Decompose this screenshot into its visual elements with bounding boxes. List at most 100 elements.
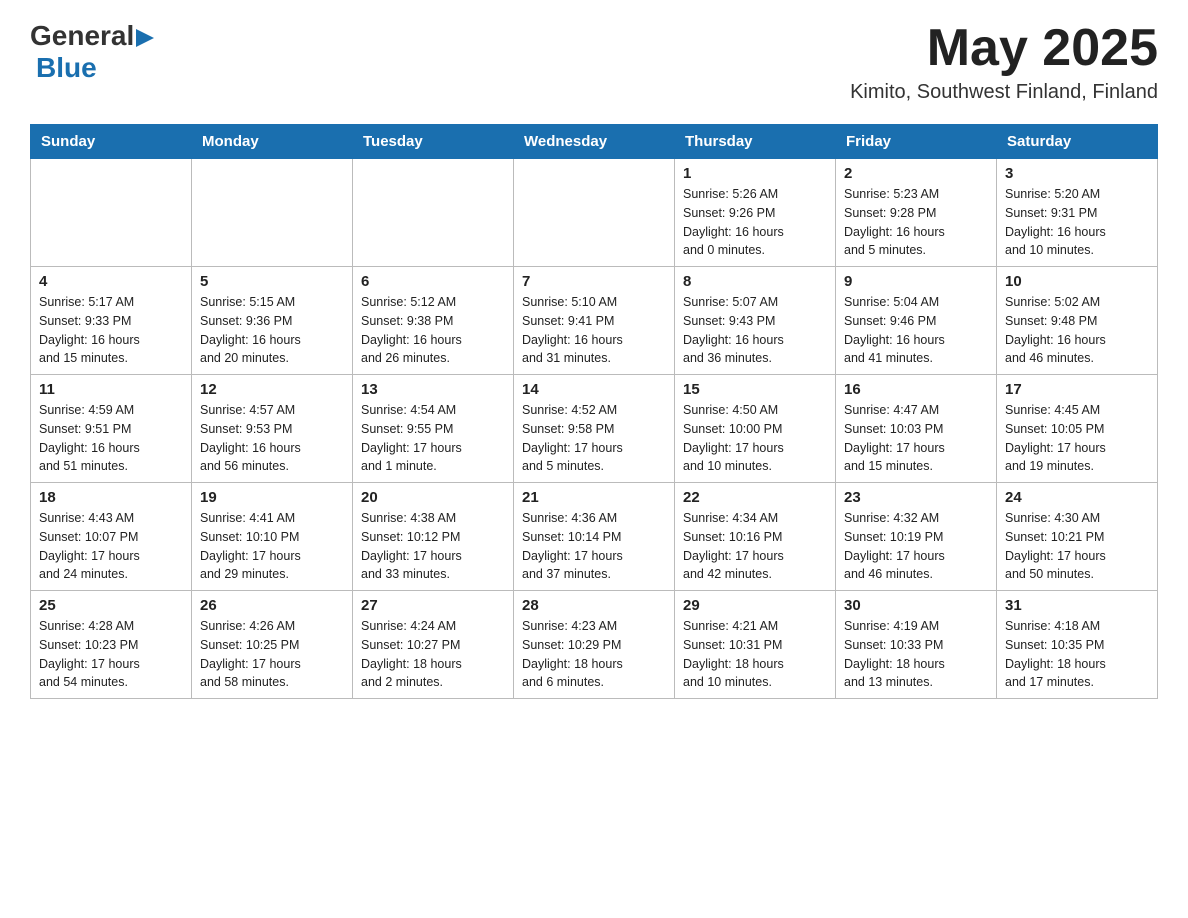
- day-info: Sunrise: 4:50 AMSunset: 10:00 PMDaylight…: [683, 401, 827, 476]
- calendar-cell: 23Sunrise: 4:32 AMSunset: 10:19 PMDaylig…: [836, 483, 997, 591]
- day-number: 9: [844, 273, 988, 290]
- day-info: Sunrise: 5:17 AMSunset: 9:33 PMDaylight:…: [39, 293, 183, 368]
- day-info: Sunrise: 4:54 AMSunset: 9:55 PMDaylight:…: [361, 401, 505, 476]
- calendar-cell: 17 Sunrise: 4:45 AMSunset: 10:05 PMDaylig…: [997, 375, 1158, 483]
- weekday-header-saturday: Saturday: [997, 125, 1158, 159]
- day-number: 18: [39, 489, 183, 506]
- day-number: 31: [1005, 597, 1149, 614]
- day-info: Sunrise: 4:57 AMSunset: 9:53 PMDaylight:…: [200, 401, 344, 476]
- calendar-cell: 16 Sunrise: 4:47 AMSunset: 10:03 PMDaylig…: [836, 375, 997, 483]
- day-info: Sunrise: 4:19 AMSunset: 10:33 PMDaylight…: [844, 617, 988, 692]
- day-number: 15: [683, 381, 827, 398]
- day-info: Sunrise: 5:12 AMSunset: 9:38 PMDaylight:…: [361, 293, 505, 368]
- day-number: 28: [522, 597, 666, 614]
- calendar-cell: 2 Sunrise: 5:23 AMSunset: 9:28 PMDaylight…: [836, 159, 997, 267]
- day-info: Sunrise: 5:10 AMSunset: 9:41 PMDaylight:…: [522, 293, 666, 368]
- calendar-cell: 30 Sunrise: 4:19 AMSunset: 10:33 PMDaylig…: [836, 591, 997, 699]
- day-info: Sunrise: 4:47 AMSunset: 10:03 PMDaylight…: [844, 401, 988, 476]
- day-number: 22: [683, 489, 827, 506]
- weekday-header-thursday: Thursday: [675, 125, 836, 159]
- week-row-4: 18 Sunrise: 4:43 AMSunset: 10:07 PMDaylig…: [31, 483, 1158, 591]
- calendar-cell: 25Sunrise: 4:28 AMSunset: 10:23 PMDaylig…: [31, 591, 192, 699]
- calendar-cell: 14 Sunrise: 4:52 AMSunset: 9:58 PMDayligh…: [514, 375, 675, 483]
- title-block: May 2025 Kimito, Southwest Finland, Finl…: [850, 20, 1158, 104]
- day-info: Sunrise: 4:36 AMSunset: 10:14 PMDaylight…: [522, 509, 666, 584]
- calendar-cell: 26Sunrise: 4:26 AMSunset: 10:25 PMDaylig…: [192, 591, 353, 699]
- calendar-cell: 9 Sunrise: 5:04 AMSunset: 9:46 PMDaylight…: [836, 267, 997, 375]
- calendar-cell: 4 Sunrise: 5:17 AMSunset: 9:33 PMDaylight…: [31, 267, 192, 375]
- week-row-1: 1 Sunrise: 5:26 AMSunset: 9:26 PMDaylight…: [31, 159, 1158, 267]
- week-row-3: 11Sunrise: 4:59 AMSunset: 9:51 PMDayligh…: [31, 375, 1158, 483]
- day-number: 5: [200, 273, 344, 290]
- day-number: 13: [361, 381, 505, 398]
- calendar-table: SundayMondayTuesdayWednesdayThursdayFrid…: [30, 124, 1158, 699]
- day-number: 26: [200, 597, 344, 614]
- day-number: 29: [683, 597, 827, 614]
- calendar-cell: [514, 159, 675, 267]
- day-info: Sunrise: 4:52 AMSunset: 9:58 PMDaylight:…: [522, 401, 666, 476]
- day-info: Sunrise: 4:18 AMSunset: 10:35 PMDaylight…: [1005, 617, 1149, 692]
- calendar-cell: 3Sunrise: 5:20 AMSunset: 9:31 PMDaylight…: [997, 159, 1158, 267]
- calendar-cell: 29Sunrise: 4:21 AMSunset: 10:31 PMDaylig…: [675, 591, 836, 699]
- day-number: 8: [683, 273, 827, 290]
- calendar-cell: [192, 159, 353, 267]
- day-number: 2: [844, 165, 988, 182]
- calendar-cell: [31, 159, 192, 267]
- week-row-5: 25Sunrise: 4:28 AMSunset: 10:23 PMDaylig…: [31, 591, 1158, 699]
- day-info: Sunrise: 4:38 AMSunset: 10:12 PMDaylight…: [361, 509, 505, 584]
- logo-general-text: General: [30, 20, 134, 52]
- calendar-cell: 31 Sunrise: 4:18 AMSunset: 10:35 PMDaylig…: [997, 591, 1158, 699]
- calendar-cell: 28Sunrise: 4:23 AMSunset: 10:29 PMDaylig…: [514, 591, 675, 699]
- calendar-cell: [353, 159, 514, 267]
- calendar-cell: 27Sunrise: 4:24 AMSunset: 10:27 PMDaylig…: [353, 591, 514, 699]
- day-info: Sunrise: 5:23 AMSunset: 9:28 PMDaylight:…: [844, 185, 988, 260]
- day-info: Sunrise: 4:24 AMSunset: 10:27 PMDaylight…: [361, 617, 505, 692]
- day-number: 17: [1005, 381, 1149, 398]
- day-info: Sunrise: 4:28 AMSunset: 10:23 PMDaylight…: [39, 617, 183, 692]
- day-number: 6: [361, 273, 505, 290]
- calendar-cell: 15 Sunrise: 4:50 AMSunset: 10:00 PMDaylig…: [675, 375, 836, 483]
- day-number: 20: [361, 489, 505, 506]
- day-info: Sunrise: 4:43 AMSunset: 10:07 PMDaylight…: [39, 509, 183, 584]
- day-info: Sunrise: 5:04 AMSunset: 9:46 PMDaylight:…: [844, 293, 988, 368]
- calendar-cell: 1 Sunrise: 5:26 AMSunset: 9:26 PMDaylight…: [675, 159, 836, 267]
- weekday-header-wednesday: Wednesday: [514, 125, 675, 159]
- day-number: 7: [522, 273, 666, 290]
- day-info: Sunrise: 4:59 AMSunset: 9:51 PMDaylight:…: [39, 401, 183, 476]
- day-number: 19: [200, 489, 344, 506]
- month-year-heading: May 2025: [850, 20, 1158, 77]
- calendar-cell: 7 Sunrise: 5:10 AMSunset: 9:41 PMDaylight…: [514, 267, 675, 375]
- day-info: Sunrise: 4:45 AMSunset: 10:05 PMDaylight…: [1005, 401, 1149, 476]
- day-info: Sunrise: 5:26 AMSunset: 9:26 PMDaylight:…: [683, 185, 827, 260]
- day-info: Sunrise: 5:07 AMSunset: 9:43 PMDaylight:…: [683, 293, 827, 368]
- day-number: 16: [844, 381, 988, 398]
- day-number: 21: [522, 489, 666, 506]
- day-number: 3: [1005, 165, 1149, 182]
- calendar-cell: 5Sunrise: 5:15 AMSunset: 9:36 PMDaylight…: [192, 267, 353, 375]
- location-text: Kimito, Southwest Finland, Finland: [850, 81, 1158, 104]
- day-info: Sunrise: 4:41 AMSunset: 10:10 PMDaylight…: [200, 509, 344, 584]
- weekday-header-row: SundayMondayTuesdayWednesdayThursdayFrid…: [31, 125, 1158, 159]
- logo-blue-text: Blue: [36, 52, 97, 84]
- page-header: General Blue May 2025 Kimito, Southwest …: [30, 20, 1158, 104]
- week-row-2: 4 Sunrise: 5:17 AMSunset: 9:33 PMDaylight…: [31, 267, 1158, 375]
- calendar-cell: 22Sunrise: 4:34 AMSunset: 10:16 PMDaylig…: [675, 483, 836, 591]
- day-number: 23: [844, 489, 988, 506]
- day-info: Sunrise: 4:30 AMSunset: 10:21 PMDaylight…: [1005, 509, 1149, 584]
- calendar-cell: 18 Sunrise: 4:43 AMSunset: 10:07 PMDaylig…: [31, 483, 192, 591]
- calendar-cell: 10Sunrise: 5:02 AMSunset: 9:48 PMDayligh…: [997, 267, 1158, 375]
- calendar-cell: 13 Sunrise: 4:54 AMSunset: 9:55 PMDayligh…: [353, 375, 514, 483]
- day-number: 12: [200, 381, 344, 398]
- calendar-cell: 24Sunrise: 4:30 AMSunset: 10:21 PMDaylig…: [997, 483, 1158, 591]
- day-number: 4: [39, 273, 183, 290]
- day-number: 30: [844, 597, 988, 614]
- logo: General Blue: [30, 20, 154, 84]
- day-number: 14: [522, 381, 666, 398]
- day-info: Sunrise: 5:02 AMSunset: 9:48 PMDaylight:…: [1005, 293, 1149, 368]
- calendar-cell: 8 Sunrise: 5:07 AMSunset: 9:43 PMDaylight…: [675, 267, 836, 375]
- calendar-cell: 11Sunrise: 4:59 AMSunset: 9:51 PMDayligh…: [31, 375, 192, 483]
- logo-arrow-icon: [136, 29, 154, 47]
- calendar-cell: 19 Sunrise: 4:41 AMSunset: 10:10 PMDaylig…: [192, 483, 353, 591]
- calendar-cell: 21 Sunrise: 4:36 AMSunset: 10:14 PMDaylig…: [514, 483, 675, 591]
- day-number: 1: [683, 165, 827, 182]
